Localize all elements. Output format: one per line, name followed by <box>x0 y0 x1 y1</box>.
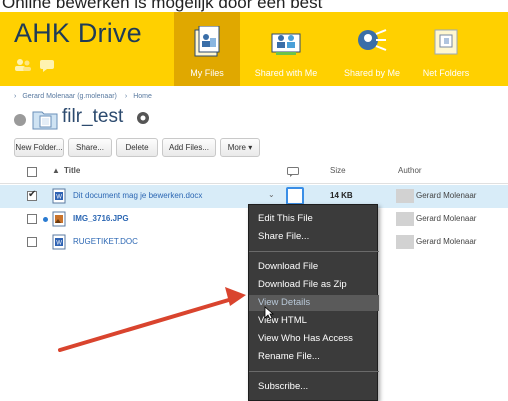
app-title: AHK Drive <box>14 18 142 48</box>
svg-text:W: W <box>56 195 62 201</box>
word-document-icon: W <box>52 234 66 250</box>
menu-divider <box>249 371 379 372</box>
table-header: ▲ Title Size Author <box>0 160 508 184</box>
page-title: filr_test <box>62 106 124 127</box>
tab-shared-by-me-label: Shared by Me <box>343 68 401 78</box>
new-folder-button[interactable]: New Folder... <box>14 138 64 157</box>
tab-my-files[interactable]: My Files <box>174 12 240 86</box>
file-size: 14 KB <box>330 191 353 200</box>
sort-icon[interactable]: ▲ <box>52 166 60 175</box>
menu-item-view-access[interactable]: View Who Has Access <box>249 331 379 347</box>
column-author[interactable]: Author <box>398 166 422 175</box>
comment-icon[interactable] <box>286 187 304 205</box>
file-author: Gerard Molenaar <box>416 191 477 200</box>
shared-with-me-icon <box>271 33 301 55</box>
tab-net-folders[interactable]: Net Folders <box>416 12 476 86</box>
toolbar: New Folder... Share... Delete Add Files.… <box>0 138 508 158</box>
add-files-button[interactable]: Add Files... <box>162 138 216 157</box>
column-title[interactable]: Title <box>64 166 80 175</box>
delete-button[interactable]: Delete <box>116 138 158 157</box>
menu-item-share-file[interactable]: Share File... <box>249 229 379 245</box>
breadcrumb-item-home[interactable]: Home <box>133 93 152 100</box>
tab-shared-by-me[interactable]: Shared by Me <box>334 12 410 86</box>
column-size[interactable]: Size <box>330 166 346 175</box>
breadcrumb: › Gerard Molenaar (g.molenaar) › Home <box>14 93 152 100</box>
context-menu: Edit This File Share File... Download Fi… <box>248 204 379 401</box>
row-checkbox[interactable] <box>27 189 37 201</box>
chevron-down-icon[interactable]: ⌄ <box>268 190 275 199</box>
expand-icon[interactable] <box>14 114 26 126</box>
app-header: AHK Drive My Files Shared with Me Shared… <box>0 12 508 86</box>
message-icon[interactable] <box>38 58 56 72</box>
comment-icon <box>287 167 299 177</box>
folder-icon <box>32 111 58 130</box>
avatar <box>396 235 414 249</box>
file-name-link[interactable]: Dit document mag je bewerken.docx <box>73 191 202 200</box>
menu-item-edit-file[interactable]: Edit This File <box>249 211 379 227</box>
tab-my-files-label: My Files <box>190 68 224 78</box>
avatar <box>396 189 414 203</box>
image-file-icon <box>52 211 66 227</box>
user-icon[interactable] <box>14 58 32 72</box>
file-author: Gerard Molenaar <box>416 237 477 246</box>
menu-divider <box>249 251 379 252</box>
word-document-icon: W <box>52 188 66 204</box>
avatar <box>396 212 414 226</box>
breadcrumb-item-user[interactable]: Gerard Molenaar (g.molenaar) <box>22 93 117 100</box>
mouse-cursor-icon <box>264 306 274 320</box>
tab-net-folders-label: Net Folders <box>422 68 470 78</box>
share-button[interactable]: Share... <box>68 138 112 157</box>
menu-item-download-file[interactable]: Download File <box>249 259 379 275</box>
tab-shared-with-me[interactable]: Shared with Me <box>246 12 326 86</box>
more-button[interactable]: More ▾ <box>220 138 260 157</box>
gear-icon[interactable] <box>136 111 150 125</box>
caption-text: Online bewerken is mogelijk door een bes… <box>2 0 508 12</box>
select-all-checkbox[interactable] <box>27 167 37 177</box>
file-name-link[interactable]: RUGETIKET.DOC <box>73 237 138 246</box>
menu-item-subscribe[interactable]: Subscribe... <box>249 379 379 395</box>
row-checkbox[interactable] <box>27 237 37 247</box>
my-files-icon <box>194 26 220 57</box>
file-author: Gerard Molenaar <box>416 214 477 223</box>
svg-text:W: W <box>56 241 62 247</box>
file-name-link[interactable]: IMG_3716.JPG <box>73 214 129 223</box>
tab-shared-with-me-label: Shared with Me <box>254 68 318 78</box>
shared-by-me-icon <box>358 29 387 51</box>
new-item-dot-icon <box>43 217 48 222</box>
net-folders-icon <box>434 29 458 55</box>
menu-item-download-zip[interactable]: Download File as Zip <box>249 277 379 293</box>
row-checkbox[interactable] <box>27 214 37 224</box>
menu-item-rename-file[interactable]: Rename File... <box>249 349 379 365</box>
